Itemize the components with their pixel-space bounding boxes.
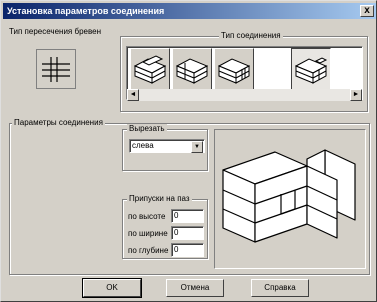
joint-type-2-button[interactable] [172, 48, 212, 90]
cut-label: Вырезать [127, 124, 167, 134]
joint-type-4-button[interactable] [291, 48, 331, 90]
log-crossing-icon [42, 57, 70, 82]
width-label: по ширине [128, 229, 168, 238]
intersection-type-label: Тип пересечения бревен [9, 27, 101, 36]
window-title: Установка параметров соединения [7, 6, 165, 16]
joint-type-1-button[interactable] [130, 48, 170, 90]
cut-value: слева [132, 141, 154, 150]
dialog-window: Установка параметров соединения x Тип пе… [0, 0, 377, 302]
width-input[interactable]: 0 [171, 226, 204, 240]
parameters-label: Параметры соединения [12, 118, 105, 128]
joint-preview-panel [214, 129, 366, 269]
chevron-down-icon[interactable]: ▼ [191, 141, 203, 153]
joint-type-1-icon [133, 55, 167, 84]
allowance-label: Припуски на паз [127, 194, 192, 204]
ok-button[interactable]: OK [82, 278, 142, 298]
cut-select[interactable]: слева ▼ [129, 139, 205, 153]
joint-type-gap [257, 48, 289, 90]
help-button[interactable]: Справка [251, 279, 309, 297]
height-label: по высоте [128, 212, 166, 221]
depth-input[interactable]: 0 [171, 243, 204, 257]
joint-preview-3d [222, 149, 356, 243]
depth-label: по глубине [128, 246, 169, 255]
scroll-right-button[interactable]: ► [350, 89, 362, 101]
scroll-left-button[interactable]: ◄ [127, 89, 139, 101]
intersection-type-box [36, 49, 76, 89]
connection-type-label: Тип соединения [219, 31, 283, 41]
connection-type-scrollbar[interactable]: ◄ ► [127, 89, 362, 101]
close-button[interactable]: x [360, 5, 374, 17]
joint-type-2-icon [175, 58, 209, 84]
joint-type-3-button[interactable] [214, 48, 254, 90]
joint-type-3-icon [217, 58, 251, 84]
cancel-button[interactable]: Отмена [166, 279, 224, 297]
title-bar[interactable]: Установка параметров соединения x [3, 3, 376, 19]
height-input[interactable]: 0 [171, 209, 204, 223]
joint-type-4-icon [294, 57, 328, 84]
